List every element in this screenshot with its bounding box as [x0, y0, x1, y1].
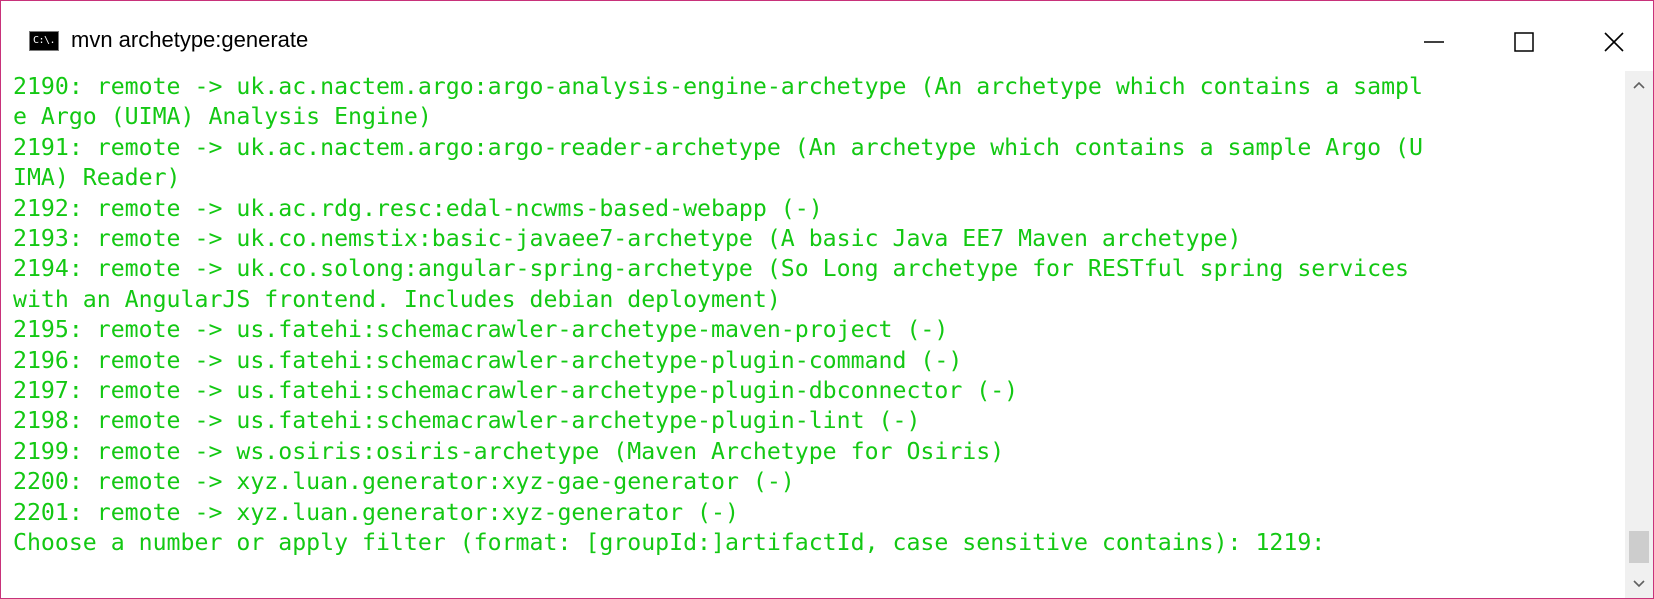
console-line: e Argo (UIMA) Analysis Engine) — [13, 103, 432, 131]
title-bar[interactable]: C:\. mvn archetype:generate — [1, 1, 1653, 79]
console-output[interactable]: 2190: remote -> uk.ac.nactem.argo:argo-a… — [1, 71, 1625, 598]
console-line: 2193: remote -> uk.co.nemstix:basic-java… — [13, 225, 1242, 252]
console-line: IMA) Reader) — [13, 164, 181, 192]
console-line: 2201: remote -> xyz.luan.generator:xyz-g… — [13, 498, 739, 526]
console-line: 2195: remote -> us.fatehi:schemacrawler-… — [13, 316, 949, 344]
scroll-up-arrow-icon — [1633, 81, 1645, 89]
console-prompt-line: Choose a number or apply filter (format:… — [13, 529, 1326, 556]
console-line: 2200: remote -> xyz.luan.generator:xyz-g… — [13, 468, 795, 496]
close-icon — [1604, 32, 1624, 52]
console-line: 2190: remote -> uk.ac.nactem.argo:argo-a… — [13, 73, 1423, 100]
console-window: C:\. mvn archetype:generate 2190: remote… — [0, 0, 1654, 599]
maximize-icon — [1514, 32, 1534, 52]
console-line: 2197: remote -> us.fatehi:schemacrawler-… — [13, 377, 1019, 404]
console-icon[interactable]: C:\. — [29, 31, 59, 51]
console-line: 2192: remote -> uk.ac.rdg.resc:edal-ncwm… — [13, 194, 823, 222]
maximize-button[interactable] — [1489, 17, 1559, 67]
window-title: mvn archetype:generate — [71, 27, 309, 52]
console-line: 2191: remote -> uk.ac.nactem.argo:argo-r… — [13, 133, 1423, 161]
scroll-up-button[interactable] — [1625, 71, 1653, 99]
scrollbar-track[interactable] — [1625, 99, 1653, 570]
console-line: 2196: remote -> us.fatehi:schemacrawler-… — [13, 346, 963, 374]
scroll-down-button[interactable] — [1625, 570, 1653, 598]
minimize-icon — [1424, 41, 1444, 43]
vertical-scrollbar[interactable] — [1625, 71, 1653, 598]
console-line: 2199: remote -> ws.osiris:osiris-archety… — [13, 437, 1005, 465]
console-line: with an AngularJS frontend. Includes deb… — [13, 285, 781, 313]
console-line: 2194: remote -> uk.co.solong:angular-spr… — [13, 255, 1410, 283]
close-button[interactable] — [1579, 17, 1649, 67]
scroll-down-arrow-icon — [1633, 580, 1645, 588]
minimize-button[interactable] — [1399, 17, 1469, 67]
console-line: 2198: remote -> us.fatehi:schemacrawler-… — [13, 407, 921, 435]
scrollbar-thumb[interactable] — [1629, 531, 1649, 563]
